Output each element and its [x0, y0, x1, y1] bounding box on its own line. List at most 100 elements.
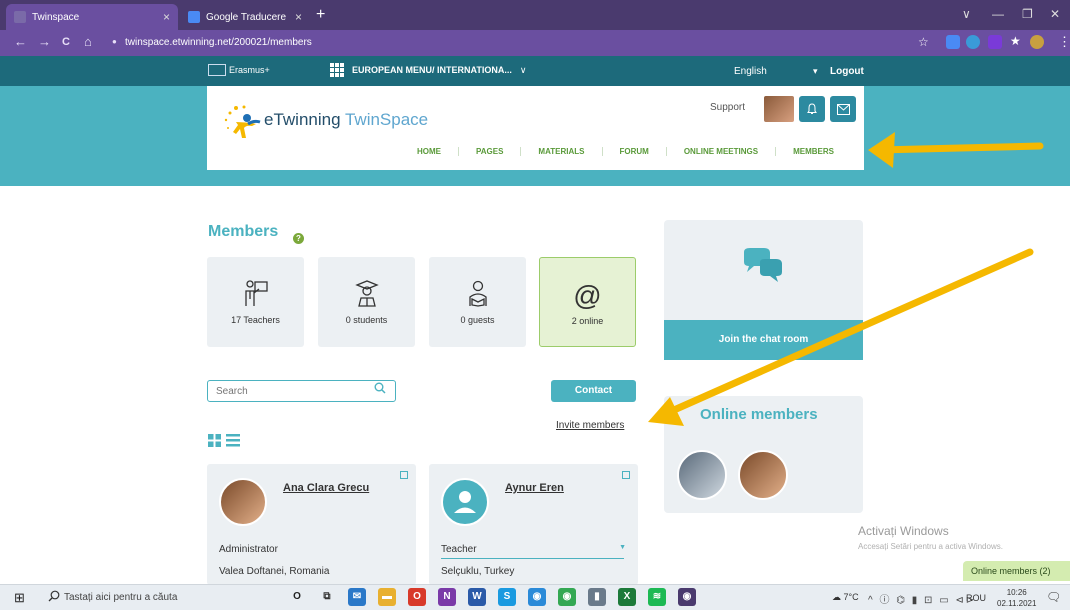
- teacher-icon: [207, 279, 304, 309]
- stat-teachers[interactable]: 17 Teachers: [207, 257, 304, 347]
- role-dropdown-icon[interactable]: ▼: [619, 544, 626, 551]
- forward-button[interactable]: →: [38, 34, 51, 49]
- member-name-link[interactable]: Ana Clara Grecu: [283, 482, 369, 494]
- home-button[interactable]: ⌂: [84, 34, 92, 49]
- nav-pages[interactable]: PAGES: [458, 147, 520, 156]
- online-members-tab[interactable]: Online members (2): [963, 561, 1070, 581]
- etwinning-logo-icon[interactable]: [222, 104, 264, 140]
- invite-members-link[interactable]: Invite members: [556, 420, 624, 431]
- select-checkbox[interactable]: [400, 471, 408, 479]
- member-role: Administrator: [219, 544, 278, 555]
- select-checkbox[interactable]: [622, 471, 630, 479]
- chrome-icon[interactable]: ◉: [558, 588, 576, 606]
- onenote-icon[interactable]: N: [438, 588, 456, 606]
- language-select[interactable]: English: [734, 66, 767, 77]
- skype-icon[interactable]: S: [498, 588, 516, 606]
- erasmus-label: Erasmus+: [229, 65, 270, 75]
- minimize-button[interactable]: —: [992, 7, 1004, 21]
- contact-button[interactable]: Contact: [551, 380, 636, 402]
- notification-center-icon[interactable]: 🗨: [1046, 590, 1061, 604]
- taskbar-search-input[interactable]: Tastați aici pentru a căuta: [64, 592, 177, 603]
- bookmark-star-icon[interactable]: ☆: [918, 35, 929, 49]
- browser-menu-icon[interactable]: ⋮: [1058, 34, 1070, 50]
- join-chat-room-button[interactable]: Join the chat room: [664, 320, 863, 360]
- main-navigation: HOME PAGES MATERIALS FORUM ONLINE MEETIN…: [400, 147, 851, 156]
- view-toggle: [208, 434, 240, 447]
- search-icon[interactable]: [48, 590, 60, 602]
- stat-guests[interactable]: 0 guests: [429, 257, 526, 347]
- grid-view-icon[interactable]: [208, 434, 221, 447]
- clock[interactable]: 10:26 02.11.2021: [997, 587, 1036, 609]
- member-name-link[interactable]: Aynur Eren: [505, 482, 564, 494]
- extension-icon-3[interactable]: [988, 35, 1002, 49]
- chevron-down-icon: ∨: [519, 64, 527, 75]
- restore-button[interactable]: ❐: [1022, 7, 1033, 21]
- messages-mail-icon[interactable]: [830, 96, 856, 122]
- stat-label: 0 guests: [460, 315, 495, 325]
- input-language[interactable]: ROU: [966, 593, 986, 603]
- chrome-blue-icon[interactable]: ◉: [528, 588, 546, 606]
- office-icon[interactable]: O: [408, 588, 426, 606]
- nav-forum[interactable]: FORUM: [601, 147, 666, 156]
- puzzle-icon[interactable]: ★: [1010, 34, 1021, 48]
- system-tray-icons[interactable]: ^ ⓘ ⌬ ▮ ⊡ ▭ ⊲⊳: [868, 591, 976, 606]
- file-explorer-icon[interactable]: ▬: [378, 588, 396, 606]
- nav-members[interactable]: MEMBERS: [775, 147, 851, 156]
- search-icon[interactable]: [374, 382, 386, 394]
- mail-app-icon[interactable]: ✉: [348, 588, 366, 606]
- member-card[interactable]: Aynur Eren Teacher ▼ Selçuklu, Turkey: [429, 464, 638, 585]
- cortana-icon[interactable]: O: [288, 588, 306, 606]
- tab-label: Twinspace: [32, 11, 80, 23]
- member-location: Selçuklu, Turkey: [441, 566, 515, 577]
- task-view-icon[interactable]: ⧉: [318, 588, 336, 606]
- member-location: Valea Doftanei, Romania: [219, 566, 330, 577]
- search-input[interactable]: [208, 381, 368, 401]
- online-member-avatar[interactable]: [677, 450, 727, 500]
- nav-materials[interactable]: MATERIALS: [520, 147, 601, 156]
- new-tab-button[interactable]: +: [316, 6, 325, 24]
- close-tab-icon[interactable]: ×: [295, 10, 302, 24]
- mail-icon: [836, 103, 850, 115]
- help-icon[interactable]: ?: [293, 233, 304, 244]
- back-button[interactable]: ←: [14, 34, 27, 49]
- address-bar[interactable]: twinspace.etwinning.net/200021/members: [125, 34, 945, 52]
- extension-icon-2[interactable]: [966, 35, 980, 49]
- member-role: Teacher: [441, 544, 477, 555]
- list-view-icon[interactable]: [226, 434, 240, 447]
- close-tab-icon[interactable]: ×: [163, 10, 170, 24]
- lock-icon: ●: [112, 37, 117, 46]
- online-member-avatar[interactable]: [738, 450, 788, 500]
- chevron-down-icon[interactable]: ▾: [813, 66, 818, 77]
- nav-online-meetings[interactable]: ONLINE MEETINGS: [665, 147, 775, 156]
- weather-widget[interactable]: ☁ 7°C: [832, 592, 859, 603]
- excel-icon[interactable]: X: [618, 588, 636, 606]
- role-underline: [441, 558, 624, 559]
- user-avatar[interactable]: [764, 96, 794, 122]
- european-menu[interactable]: EUROPEAN MENU/ INTERNATIONA... ∨: [330, 63, 526, 77]
- phone-icon[interactable]: ▮: [588, 588, 606, 606]
- windows-activation-subtitle: Accesați Setări pentru a activa Windows.: [858, 542, 1003, 551]
- stat-students[interactable]: 0 students: [318, 257, 415, 347]
- tab-search-chevron-icon[interactable]: ∨: [962, 7, 971, 21]
- bell-icon: [807, 103, 817, 114]
- member-card[interactable]: Ana Clara Grecu Administrator Valea Doft…: [207, 464, 416, 585]
- browser-tab-google-traducere[interactable]: Google Traducere ×: [180, 4, 310, 30]
- spotify-icon[interactable]: ≋: [648, 588, 666, 606]
- stat-online[interactable]: @ 2 online: [539, 257, 636, 347]
- reload-button[interactable]: C: [62, 36, 70, 48]
- etwinning-logo-text[interactable]: eTwinning TwinSpace: [264, 110, 428, 130]
- nav-home[interactable]: HOME: [400, 147, 458, 156]
- windows-start-icon[interactable]: ⊞: [14, 590, 25, 606]
- erasmus-logo[interactable]: Erasmus+: [208, 64, 270, 76]
- close-window-button[interactable]: ✕: [1050, 7, 1060, 21]
- search-field[interactable]: [207, 380, 396, 402]
- logout-link[interactable]: Logout: [830, 66, 864, 77]
- european-menu-label: EUROPEAN MENU/ INTERNATIONA...: [352, 65, 512, 75]
- profile-avatar[interactable]: [1030, 35, 1044, 49]
- browser-tab-twinspace[interactable]: Twinspace ×: [6, 4, 178, 30]
- word-icon[interactable]: W: [468, 588, 486, 606]
- translate-extension-icon[interactable]: [946, 35, 960, 49]
- chrome-profile-icon[interactable]: ◉: [678, 588, 696, 606]
- notifications-bell-icon[interactable]: [799, 96, 825, 122]
- support-link[interactable]: Support: [710, 102, 745, 113]
